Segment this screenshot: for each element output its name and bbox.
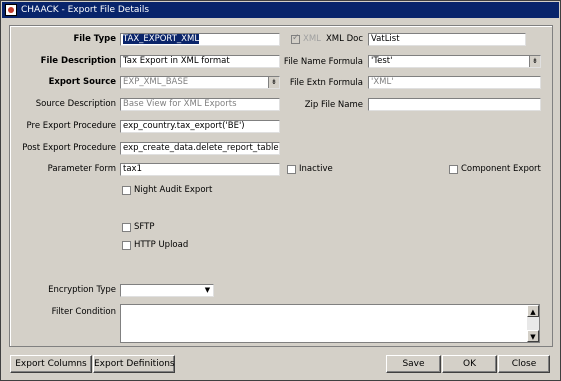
- post-export-procedure-field[interactable]: exp_create_data.delete_report_table: [120, 142, 280, 155]
- file-extn-formula-field[interactable]: 'XML': [368, 76, 541, 89]
- component-export-label: Component Export: [461, 164, 541, 174]
- close-button[interactable]: Close: [498, 355, 550, 373]
- file-description-field[interactable]: Tax Export in XML format: [120, 55, 280, 68]
- component-export-checkbox[interactable]: [449, 165, 458, 174]
- file-type-field[interactable]: TAX_EXPORT_XML: [120, 33, 280, 46]
- file-description-label: File Description: [40, 56, 116, 66]
- http-upload-checkbox[interactable]: [122, 241, 131, 250]
- pre-export-procedure-label: Pre Export Procedure: [26, 121, 116, 131]
- file-type-label: File Type: [73, 34, 116, 44]
- night-audit-export-label: Night Audit Export: [134, 185, 213, 195]
- zip-file-name-field[interactable]: [368, 98, 541, 111]
- zip-file-name-label: Zip File Name: [304, 100, 363, 110]
- xml-checkbox[interactable]: [291, 33, 300, 44]
- pre-export-procedure-field[interactable]: exp_country.tax_export('BE'): [120, 120, 280, 133]
- file-name-formula-field[interactable]: 'Test' ⇟: [368, 55, 541, 68]
- arrow-up-icon[interactable]: ▲: [527, 305, 539, 317]
- export-definitions-button[interactable]: Export Definitions: [93, 355, 175, 373]
- post-export-procedure-label: Post Export Procedure: [22, 143, 116, 153]
- sftp-label: SFTP: [134, 222, 155, 232]
- export-columns-button[interactable]: Export Columns: [10, 355, 92, 373]
- export-source-label: Export Source: [48, 77, 116, 87]
- source-description-field[interactable]: Base View for XML Exports: [120, 98, 280, 111]
- window-title: CHAACK - Export File Details: [21, 5, 150, 15]
- sftp-checkbox[interactable]: [122, 223, 131, 232]
- parameter-form-label: Parameter Form: [47, 164, 116, 174]
- export-file-details-window: CHAACK - Export File Details File Type T…: [0, 0, 561, 381]
- inactive-checkbox[interactable]: [287, 165, 296, 174]
- night-audit-export-checkbox[interactable]: [122, 186, 131, 195]
- encryption-type-select[interactable]: ▼: [120, 284, 214, 297]
- file-name-formula-lov-icon[interactable]: ⇟: [529, 56, 540, 67]
- filter-condition-textarea[interactable]: ▲ ▼: [120, 304, 540, 343]
- filter-condition-scrollbar[interactable]: ▲ ▼: [527, 305, 539, 342]
- xml-doc-field[interactable]: VatList: [368, 33, 526, 46]
- form-panel: [9, 25, 553, 347]
- xml-checkbox-label: XML: [303, 34, 321, 44]
- encryption-type-label: Encryption Type: [48, 285, 116, 295]
- title-bar[interactable]: CHAACK - Export File Details: [2, 2, 559, 18]
- export-source-lov-icon[interactable]: ⇟: [268, 77, 279, 88]
- save-button[interactable]: Save: [386, 355, 441, 373]
- xml-doc-label: XML Doc: [325, 34, 363, 44]
- source-description-label: Source Description: [35, 99, 116, 109]
- ok-button[interactable]: OK: [442, 355, 497, 373]
- file-name-formula-label: File Name Formula: [283, 57, 363, 67]
- export-source-field[interactable]: EXP_XML_BASE ⇟: [120, 76, 280, 89]
- http-upload-label: HTTP Upload: [134, 240, 189, 250]
- chevron-down-icon[interactable]: ▼: [202, 285, 213, 296]
- arrow-down-icon[interactable]: ▼: [527, 330, 539, 342]
- app-icon: [5, 4, 17, 16]
- filter-condition-label: Filter Condition: [51, 307, 116, 317]
- file-extn-formula-label: File Extn Formula: [289, 78, 363, 88]
- inactive-label: Inactive: [299, 164, 333, 174]
- parameter-form-field[interactable]: tax1: [120, 163, 280, 176]
